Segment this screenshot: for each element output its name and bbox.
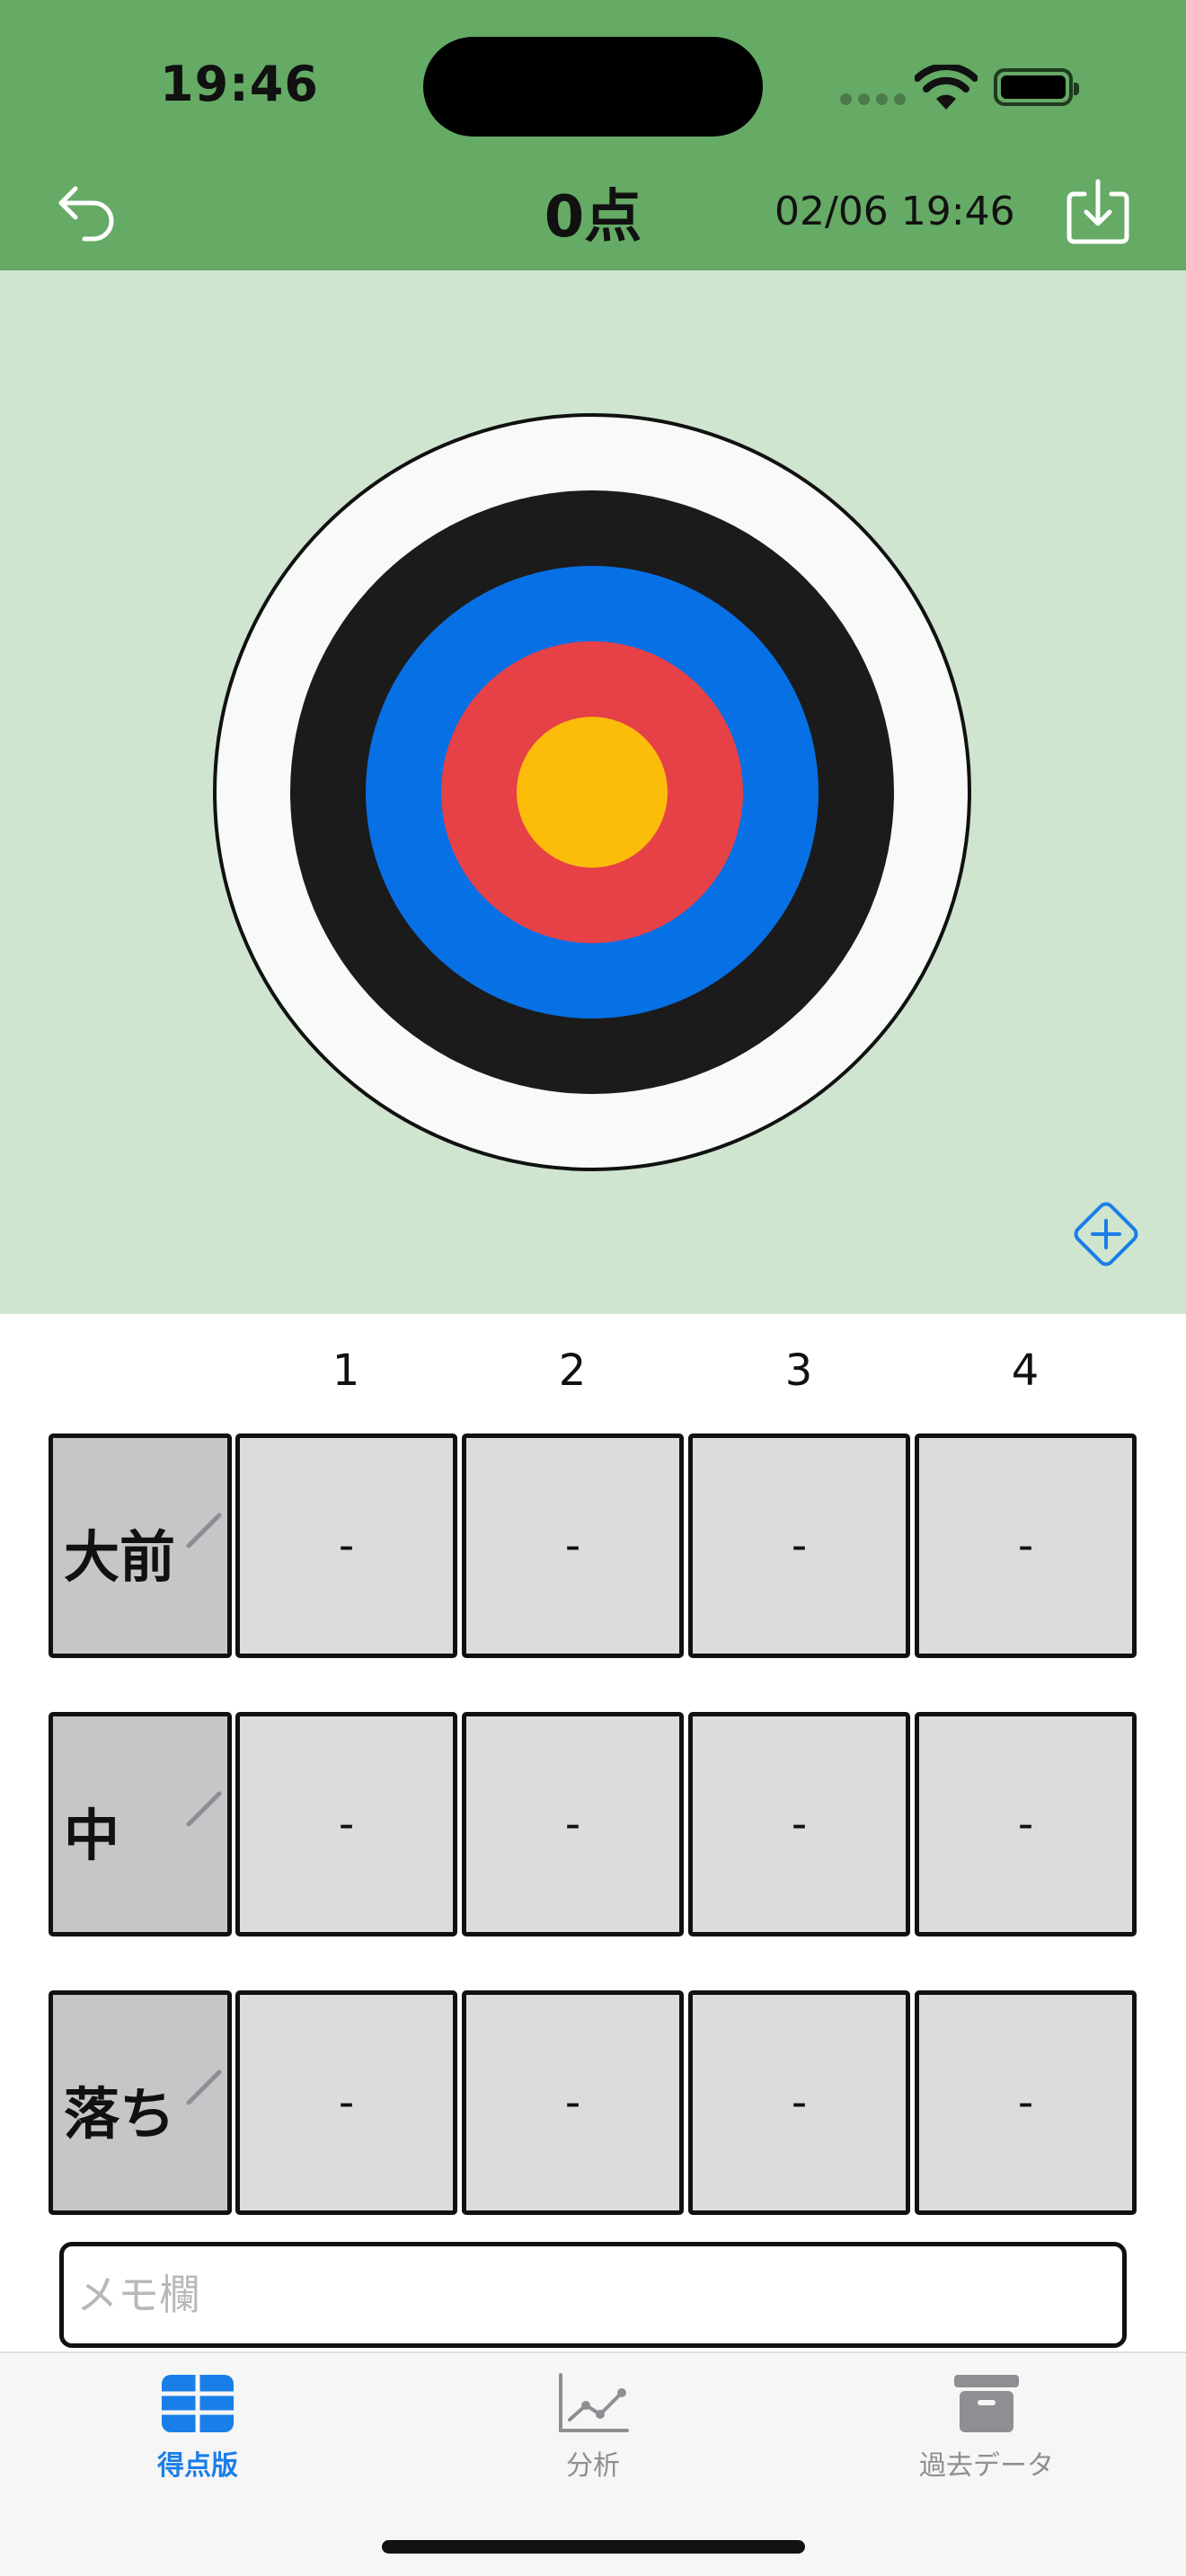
home-indicator xyxy=(382,2540,805,2554)
chart-icon xyxy=(559,2373,629,2432)
score-cell[interactable]: - xyxy=(235,1990,457,2215)
score-row-naka: 中 - - - - xyxy=(49,1712,1137,1936)
tab-label: 得点版 xyxy=(157,2450,238,2482)
cellular-signal-icon xyxy=(840,93,906,105)
score-cell[interactable]: - xyxy=(235,1712,457,1936)
battery-icon xyxy=(994,68,1079,106)
memo-input[interactable] xyxy=(64,2246,1122,2343)
score-cell[interactable]: - xyxy=(235,1434,457,1658)
row-label-button[interactable]: 中 xyxy=(49,1712,232,1936)
row-label-text: 大前 xyxy=(64,1524,176,1590)
session-datetime: 02/06 19:46 xyxy=(774,189,1015,234)
undo-icon xyxy=(58,186,114,242)
score-cell[interactable]: - xyxy=(462,1990,684,2215)
dynamic-island xyxy=(423,37,763,137)
tab-analysis[interactable]: 分析 xyxy=(458,2353,728,2497)
score-row-omae: 大前 - - - - xyxy=(49,1434,1137,1658)
memo-field-container xyxy=(59,2242,1127,2348)
tab-label: 分析 xyxy=(566,2450,620,2482)
pencil-icon xyxy=(186,1791,222,1827)
score-cell[interactable]: - xyxy=(688,1990,910,2215)
row-label-button[interactable]: 大前 xyxy=(49,1434,232,1658)
row-label-text: 中 xyxy=(64,1803,120,1868)
score-cell[interactable]: - xyxy=(462,1434,684,1658)
score-cell[interactable]: - xyxy=(688,1712,910,1936)
table-icon xyxy=(162,2375,234,2432)
column-header: 4 xyxy=(1011,1345,1040,1396)
row-label-text: 落ち xyxy=(64,2081,176,2147)
score-cell[interactable]: - xyxy=(915,1712,1137,1936)
column-header: 3 xyxy=(784,1345,813,1396)
save-download-icon[interactable] xyxy=(1065,178,1131,246)
tab-history[interactable]: 過去データ xyxy=(852,2353,1121,2497)
tab-scoreboard[interactable]: 得点版 xyxy=(63,2353,332,2497)
score-title: 0点 xyxy=(544,184,642,251)
column-headers: 1 2 3 4 xyxy=(0,1345,1186,1399)
row-label-button[interactable]: 落ち xyxy=(49,1990,232,2215)
add-arrow-icon[interactable] xyxy=(1069,1197,1143,1271)
target-area[interactable] xyxy=(0,270,1186,1314)
score-cell[interactable]: - xyxy=(915,1434,1137,1658)
score-cell[interactable]: - xyxy=(462,1712,684,1936)
column-header: 2 xyxy=(558,1345,587,1396)
status-time: 19:46 xyxy=(160,56,319,112)
undo-button[interactable] xyxy=(56,180,119,243)
score-cell[interactable]: - xyxy=(688,1434,910,1658)
pencil-icon xyxy=(186,1513,222,1548)
score-cell[interactable]: - xyxy=(915,1990,1137,2215)
column-header: 1 xyxy=(332,1345,360,1396)
target-ring-yellow xyxy=(517,717,668,868)
tab-label: 過去データ xyxy=(919,2450,1054,2482)
score-row-ochi: 落ち - - - - xyxy=(49,1990,1137,2215)
archery-target[interactable] xyxy=(212,412,972,1172)
pencil-icon xyxy=(186,2069,222,2105)
archive-icon xyxy=(954,2375,1019,2432)
wifi-icon xyxy=(915,65,978,110)
header-bar: 19:46 0点 02/06 19:46 xyxy=(0,0,1186,270)
